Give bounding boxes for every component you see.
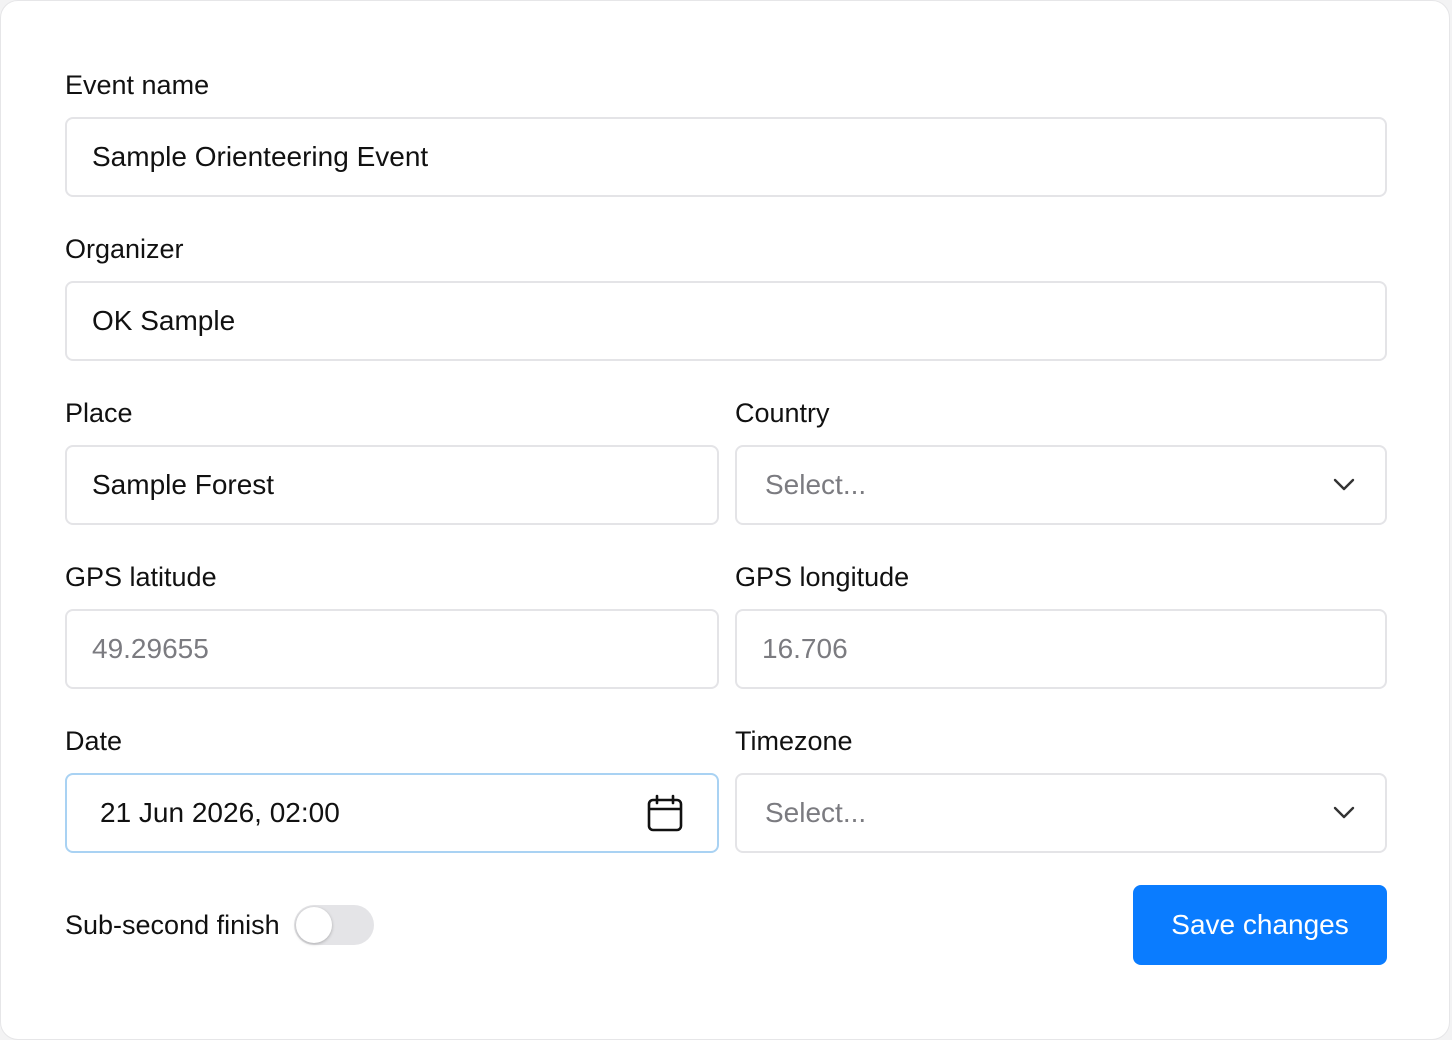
timezone-select[interactable]: Select...: [735, 773, 1387, 853]
gps-latitude-field: GPS latitude: [65, 561, 719, 689]
event-settings-card: Event name Organizer Place Country Selec…: [0, 0, 1450, 1040]
organizer-field: Organizer: [65, 233, 1387, 361]
timezone-select-value: Select...: [765, 797, 867, 828]
sub-second-finish-label: Sub-second finish: [65, 909, 280, 940]
gps-latitude-label: GPS latitude: [65, 562, 217, 592]
country-select-value: Select...: [765, 469, 867, 500]
date-label: Date: [65, 726, 123, 756]
gps-longitude-field: GPS longitude: [735, 561, 1387, 689]
timezone-label: Timezone: [735, 726, 853, 756]
organizer-input[interactable]: [65, 281, 1387, 361]
save-changes-button[interactable]: Save changes: [1133, 885, 1387, 965]
country-label: Country: [735, 398, 830, 428]
event-name-input[interactable]: [65, 117, 1387, 197]
date-field: Date 21 Jun 2026, 02:00: [65, 725, 719, 853]
gps-latitude-input[interactable]: [65, 609, 719, 689]
date-value: 21 Jun 2026, 02:00: [100, 797, 340, 828]
timezone-field: Timezone Select...: [735, 725, 1387, 853]
chevron-down-icon: [1333, 806, 1355, 819]
calendar-icon[interactable]: [647, 794, 683, 832]
date-input[interactable]: 21 Jun 2026, 02:00: [65, 773, 719, 853]
organizer-label: Organizer: [65, 234, 184, 264]
sub-second-finish-toggle[interactable]: [293, 905, 374, 945]
country-field: Country Select...: [735, 397, 1387, 525]
place-label: Place: [65, 398, 133, 428]
toggle-knob: [295, 907, 332, 943]
place-input[interactable]: [65, 445, 719, 525]
gps-longitude-label: GPS longitude: [735, 562, 910, 592]
place-field: Place: [65, 397, 719, 525]
event-name-field: Event name: [65, 69, 1387, 197]
gps-longitude-input[interactable]: [735, 609, 1387, 689]
country-select[interactable]: Select...: [735, 445, 1387, 525]
sub-second-finish-row: Sub-second finish: [65, 903, 374, 947]
event-name-label: Event name: [65, 70, 210, 100]
chevron-down-icon: [1333, 478, 1355, 491]
